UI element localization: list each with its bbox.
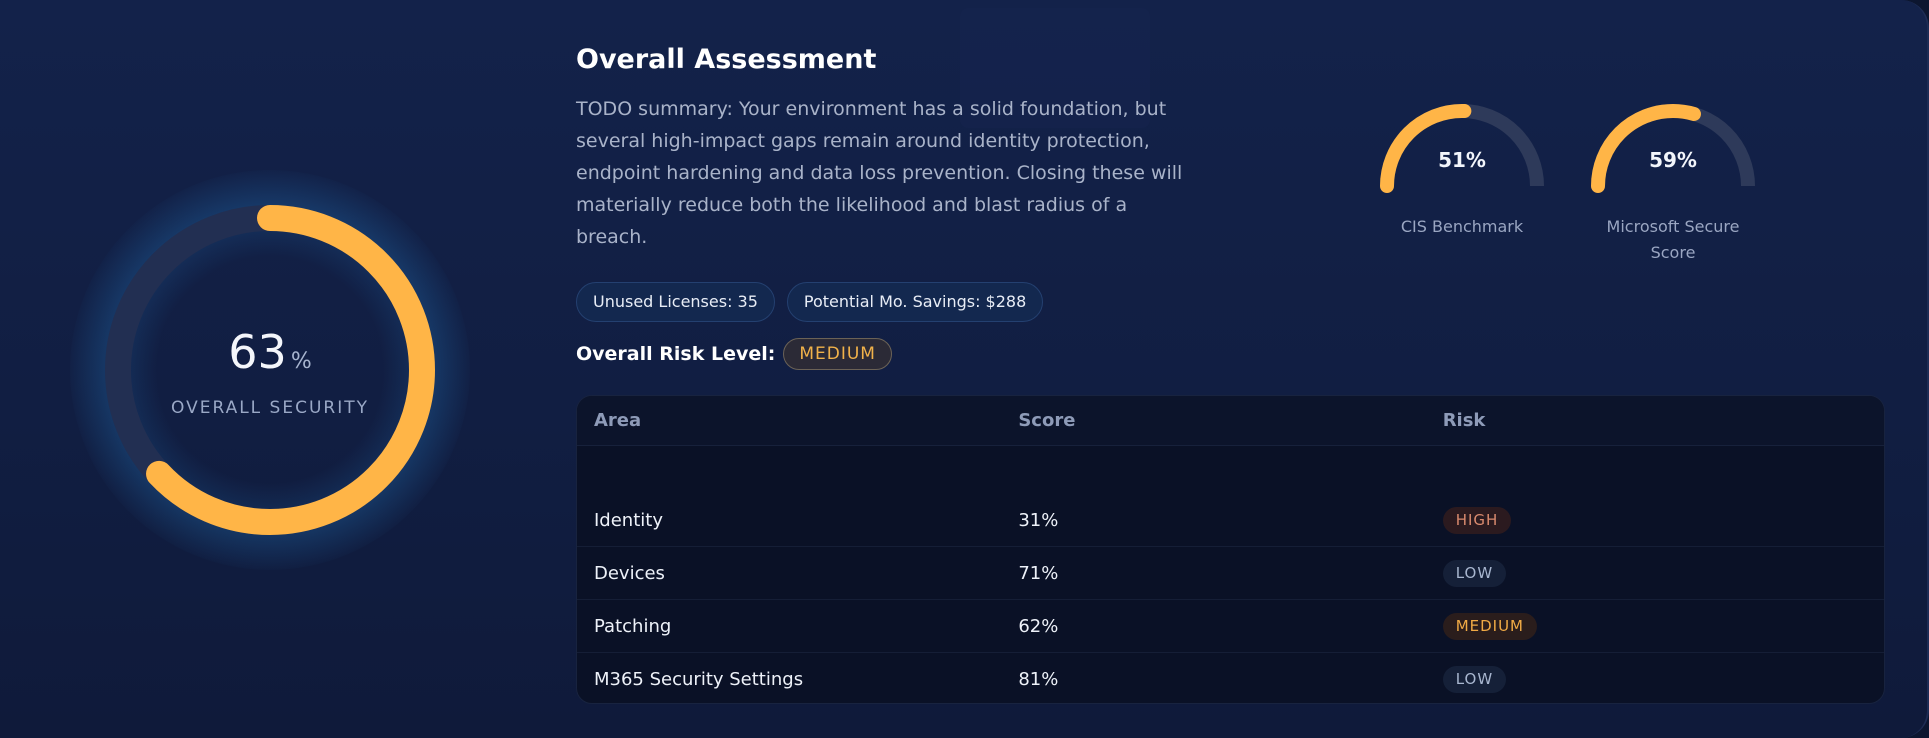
secure-score-value: 59%	[1649, 148, 1697, 172]
row-area: Patching	[594, 615, 672, 637]
secure-score-label: Microsoft Secure Score	[1606, 217, 1740, 262]
cis-benchmark-value: 51%	[1438, 148, 1486, 172]
row-score: 62%	[1018, 615, 1059, 637]
table-row[interactable]: Identity 31% HIGH	[577, 494, 1884, 547]
overall-number: 63	[228, 325, 287, 379]
table-row[interactable]: Patching 62% MEDIUM	[577, 600, 1884, 653]
overall-unit: %	[290, 349, 312, 374]
risk-badge: MEDIUM	[1442, 612, 1538, 640]
savings-pill: Potential Mo. Savings: $288	[786, 282, 1044, 322]
row-score: 71%	[1018, 562, 1059, 584]
risk-level-badge: MEDIUM	[783, 338, 892, 370]
row-area: M365 Security Settings	[594, 669, 804, 690]
table-row[interactable]: Devices 71% LOW	[577, 547, 1884, 600]
risk-level-label: Overall Risk Level:	[576, 343, 776, 365]
table-spacer	[577, 446, 1884, 494]
area-score-table: Area Score Risk Identity 31% HIGH Device…	[576, 395, 1885, 704]
stat-pills: Unused Licenses: 35 Potential Mo. Saving…	[576, 282, 1044, 322]
risk-badge: HIGH	[1442, 506, 1512, 534]
overall-security-label: OVERALL SECURITY	[171, 398, 369, 418]
row-area: Devices	[594, 562, 665, 584]
overall-security-value: 63%	[80, 325, 460, 379]
assessment-panel: 63% OVERALL SECURITY Overall Assessment …	[0, 0, 1929, 738]
header-score[interactable]: Score	[1001, 410, 1425, 431]
assessment-summary: TODO summary: Your environment has a sol…	[576, 98, 1183, 248]
row-score: 81%	[1018, 669, 1059, 690]
header-area[interactable]: Area	[577, 410, 1001, 431]
row-area: Identity	[594, 509, 663, 531]
header-risk[interactable]: Risk	[1426, 410, 1884, 431]
unused-licenses-pill: Unused Licenses: 35	[576, 282, 775, 322]
secure-score-gauge: 59% Microsoft Secure Score	[1583, 104, 1763, 266]
overall-risk-level: Overall Risk Level: MEDIUM	[576, 338, 892, 370]
cis-benchmark-gauge: 51% CIS Benchmark	[1372, 104, 1552, 240]
table-row[interactable]: M365 Security Settings 81% LOW	[577, 653, 1884, 703]
cis-benchmark-label: CIS Benchmark	[1400, 217, 1524, 236]
risk-badge: LOW	[1442, 666, 1507, 693]
row-score: 31%	[1018, 509, 1059, 531]
table-header: Area Score Risk	[577, 396, 1884, 446]
page-title: Overall Assessment	[576, 44, 877, 75]
risk-badge: LOW	[1442, 559, 1507, 587]
